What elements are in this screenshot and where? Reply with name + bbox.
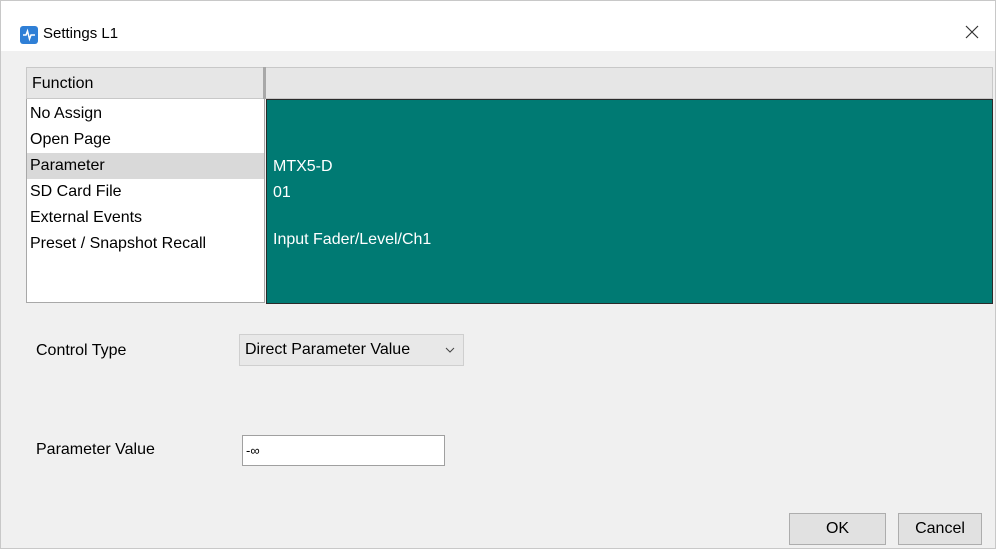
function-column-header: Function <box>26 67 263 99</box>
parameter-path: Input Fader/Level/Ch1 <box>273 231 432 248</box>
parameter-value-field[interactable]: -∞ <box>242 435 445 466</box>
device-name: MTX5-D <box>273 158 333 175</box>
list-item-open-page[interactable]: Open Page <box>27 127 264 153</box>
list-item-external-events[interactable]: External Events <box>27 205 264 231</box>
ok-button[interactable]: OK <box>789 513 886 545</box>
list-item-preset-snapshot-recall[interactable]: Preset / Snapshot Recall <box>27 231 264 257</box>
title-bar: Settings L1 <box>1 1 995 51</box>
parameter-value-label: Parameter Value <box>36 441 155 458</box>
device-id: 01 <box>273 184 291 201</box>
window-title: Settings L1 <box>43 25 119 42</box>
list-item-parameter[interactable]: Parameter <box>27 153 264 179</box>
close-button[interactable] <box>949 13 995 51</box>
settings-dialog: Settings L1 Function No Assign Open Page… <box>0 0 996 549</box>
app-icon <box>20 26 38 44</box>
parameter-detail-panel[interactable]: MTX5-D 01 Input Fader/Level/Ch1 <box>266 99 993 304</box>
chevron-down-icon <box>445 347 455 353</box>
control-type-label: Control Type <box>36 342 127 359</box>
close-icon <box>965 25 979 39</box>
cancel-button[interactable]: Cancel <box>898 513 982 545</box>
control-type-value: Direct Parameter Value <box>245 341 411 358</box>
control-type-dropdown[interactable]: Direct Parameter Value <box>239 334 464 366</box>
list-item-sd-card-file[interactable]: SD Card File <box>27 179 264 205</box>
detail-column-header <box>266 67 993 99</box>
function-header-label: Function <box>32 75 94 92</box>
list-item-no-assign[interactable]: No Assign <box>27 101 264 127</box>
function-list: No Assign Open Page Parameter SD Card Fi… <box>26 99 265 303</box>
